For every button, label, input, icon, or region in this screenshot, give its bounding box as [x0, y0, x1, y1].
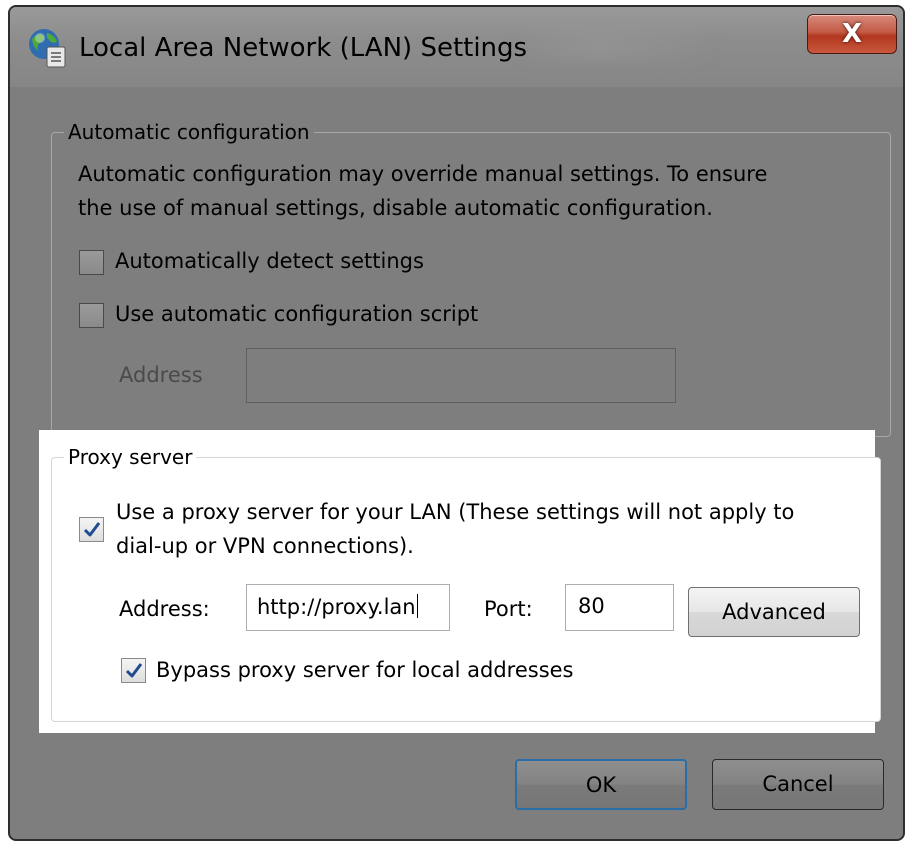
use-proxy-label-line1[interactable]: Use a proxy server for your LAN (These s… [116, 500, 794, 524]
ok-button[interactable]: OK [515, 759, 687, 810]
auto-script-checkbox[interactable] [79, 303, 104, 328]
auto-detect-checkbox[interactable] [79, 250, 104, 275]
auto-detect-label[interactable]: Automatically detect settings [115, 249, 424, 273]
title-bar[interactable]: Local Area Network (LAN) Settings X [10, 7, 903, 87]
use-proxy-label-line2[interactable]: dial-up or VPN connections). [116, 534, 414, 558]
proxy-port-input[interactable]: 80 [565, 584, 674, 631]
proxy-server-label: Proxy server [64, 445, 197, 469]
script-address-input [246, 348, 676, 403]
auto-script-label[interactable]: Use automatic configuration script [115, 302, 478, 326]
close-button[interactable]: X [807, 14, 897, 54]
titlebar-background-blur [515, 21, 715, 61]
proxy-port-label: Port: [484, 597, 533, 621]
script-address-label: Address [119, 363, 203, 387]
use-proxy-checkbox[interactable] [79, 517, 104, 542]
close-icon: X [841, 19, 863, 49]
proxy-address-label: Address: [119, 597, 210, 621]
text-caret [416, 594, 418, 618]
proxy-address-input[interactable]: http://proxy.lan [246, 584, 450, 631]
dialog-title: Local Area Network (LAN) Settings [79, 33, 528, 63]
cancel-button[interactable]: Cancel [712, 759, 884, 810]
bypass-local-label[interactable]: Bypass proxy server for local addresses [156, 658, 574, 682]
automatic-configuration-description-line2: the use of manual settings, disable auto… [78, 196, 713, 220]
checkmark-icon [125, 662, 142, 677]
bypass-local-checkbox[interactable] [121, 658, 146, 683]
checkmark-icon [83, 521, 100, 536]
dialog-body: Automatic configuration Automatic config… [24, 87, 891, 831]
advanced-button[interactable]: Advanced [688, 587, 860, 637]
globe-network-icon [29, 29, 66, 68]
proxy-address-value: http://proxy.lan [257, 595, 416, 619]
automatic-configuration-label: Automatic configuration [64, 120, 314, 144]
lan-settings-dialog: Local Area Network (LAN) Settings X Auto… [8, 5, 905, 841]
automatic-configuration-description-line1: Automatic configuration may override man… [78, 162, 768, 186]
